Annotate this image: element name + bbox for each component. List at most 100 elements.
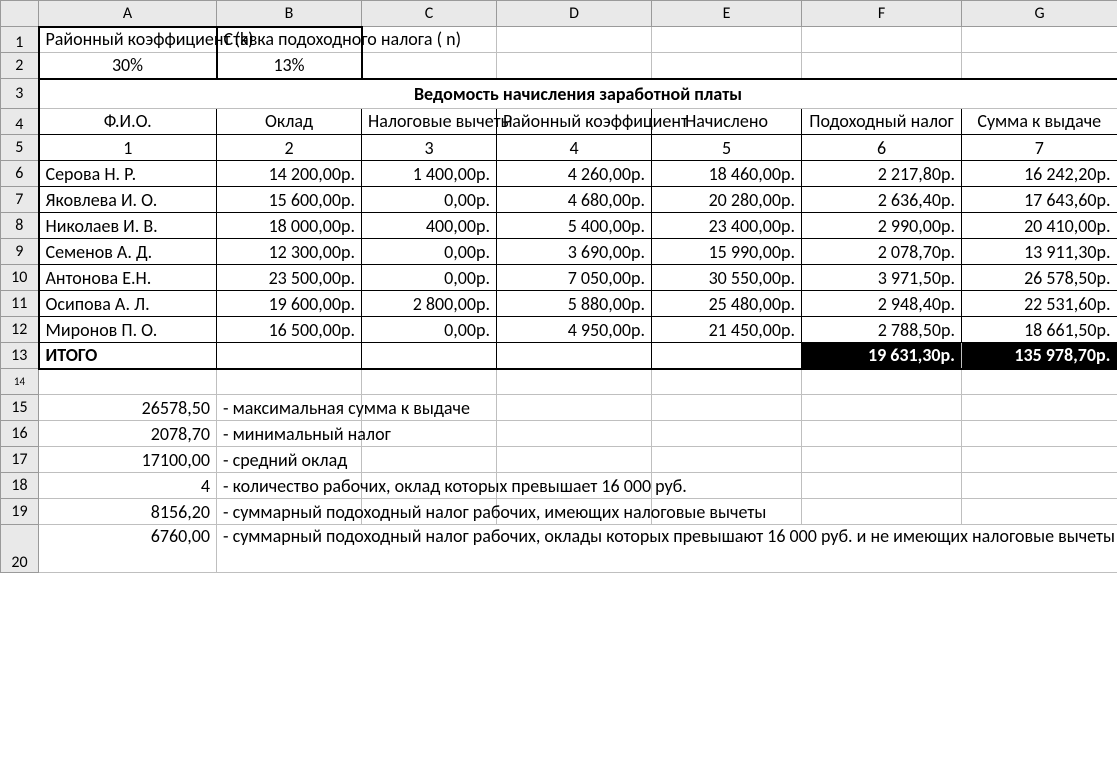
cell-D7[interactable]: 4 680,00р. [497, 187, 652, 213]
cell-G7[interactable]: 17 643,60р. [962, 187, 1117, 213]
cell-A4[interactable]: Ф.И.О. [39, 109, 217, 135]
cell-B18[interactable]: - количество рабочих, оклад которых прев… [217, 473, 362, 499]
cell-C5[interactable]: 3 [362, 135, 497, 161]
cell-D8[interactable]: 5 400,00р. [497, 213, 652, 239]
row-header-1[interactable]: 1 [1, 27, 39, 53]
cell-F1[interactable] [802, 27, 962, 53]
row-header-10[interactable]: 10 [1, 265, 39, 291]
row-header-15[interactable]: 15 [1, 395, 39, 421]
row-header-11[interactable]: 11 [1, 291, 39, 317]
cell-D13[interactable] [497, 343, 652, 369]
cell-B7[interactable]: 15 600,00р. [217, 187, 362, 213]
cell-G18[interactable] [962, 473, 1117, 499]
cell-A6[interactable]: Серова Н. Р. [39, 161, 217, 187]
cell-A11[interactable]: Осипова А. Л. [39, 291, 217, 317]
cell-B17[interactable]: - средний оклад [217, 447, 362, 473]
cell-B15[interactable]: - максимальная сумма к выдаче [217, 395, 362, 421]
row-header-17[interactable]: 17 [1, 447, 39, 473]
cell-D6[interactable]: 4 260,00р. [497, 161, 652, 187]
cell-E5[interactable]: 5 [652, 135, 802, 161]
cell-F12[interactable]: 2 788,50р. [802, 317, 962, 343]
cell-D1[interactable] [497, 27, 652, 53]
cell-D16[interactable] [497, 421, 652, 447]
cell-B20[interactable]: - суммарный подоходный налог рабочих, ок… [217, 525, 1117, 573]
cell-F14[interactable] [802, 369, 962, 395]
select-all-corner[interactable] [1, 1, 39, 27]
cell-E11[interactable]: 25 480,00р. [652, 291, 802, 317]
cell-F19[interactable] [802, 499, 962, 525]
cell-A8[interactable]: Николаев И. В. [39, 213, 217, 239]
cell-A5[interactable]: 1 [39, 135, 217, 161]
cell-G17[interactable] [962, 447, 1117, 473]
col-header-A[interactable]: A [39, 1, 217, 27]
cell-A13[interactable]: ИТОГО [39, 343, 217, 369]
row-header-5[interactable]: 5 [1, 135, 39, 161]
row-header-6[interactable]: 6 [1, 161, 39, 187]
row-header-18[interactable]: 18 [1, 473, 39, 499]
cell-D11[interactable]: 5 880,00р. [497, 291, 652, 317]
cell-D15[interactable] [497, 395, 652, 421]
cell-D9[interactable]: 3 690,00р. [497, 239, 652, 265]
cell-D5[interactable]: 4 [497, 135, 652, 161]
row-header-16[interactable]: 16 [1, 421, 39, 447]
cell-C17[interactable] [362, 447, 497, 473]
cell-E8[interactable]: 23 400,00р. [652, 213, 802, 239]
cell-A10[interactable]: Антонова Е.Н. [39, 265, 217, 291]
cell-C9[interactable]: 0,00р. [362, 239, 497, 265]
cell-G6[interactable]: 16 242,20р. [962, 161, 1117, 187]
cell-C14[interactable] [362, 369, 497, 395]
cell-A14[interactable] [39, 369, 217, 395]
cell-A19[interactable]: 8156,20 [39, 499, 217, 525]
cell-A15[interactable]: 26578,50 [39, 395, 217, 421]
cell-B16[interactable]: - минимальный налог [217, 421, 362, 447]
cell-F16[interactable] [802, 421, 962, 447]
cell-C8[interactable]: 400,00р. [362, 213, 497, 239]
cell-A12[interactable]: Миронов П. О. [39, 317, 217, 343]
cell-C2[interactable] [362, 53, 497, 79]
cell-A1[interactable]: Районный коэффициент (k) [39, 27, 217, 53]
col-header-F[interactable]: F [802, 1, 962, 27]
cell-G4[interactable]: Сумма к выдаче [962, 109, 1117, 135]
cell-G10[interactable]: 26 578,50р. [962, 265, 1117, 291]
cell-C10[interactable]: 0,00р. [362, 265, 497, 291]
cell-C13[interactable] [362, 343, 497, 369]
cell-E9[interactable]: 15 990,00р. [652, 239, 802, 265]
cell-A9[interactable]: Семенов А. Д. [39, 239, 217, 265]
cell-F10[interactable]: 3 971,50р. [802, 265, 962, 291]
cell-F15[interactable] [802, 395, 962, 421]
row-header-19[interactable]: 19 [1, 499, 39, 525]
cell-D12[interactable]: 4 950,00р. [497, 317, 652, 343]
cell-E15[interactable] [652, 395, 802, 421]
cell-G2[interactable] [962, 53, 1117, 79]
cell-E13[interactable] [652, 343, 802, 369]
cell-E12[interactable]: 21 450,00р. [652, 317, 802, 343]
cell-D10[interactable]: 7 050,00р. [497, 265, 652, 291]
cell-E1[interactable] [652, 27, 802, 53]
row-header-4[interactable]: 4 [1, 109, 39, 135]
cell-E16[interactable] [652, 421, 802, 447]
cell-G9[interactable]: 13 911,30р. [962, 239, 1117, 265]
row-header-12[interactable]: 12 [1, 317, 39, 343]
cell-F5[interactable]: 6 [802, 135, 962, 161]
col-header-G[interactable]: G [962, 1, 1117, 27]
cell-F7[interactable]: 2 636,40р. [802, 187, 962, 213]
cell-B1[interactable]: Ставка подоходного налога ( n) [217, 27, 362, 53]
cell-F2[interactable] [802, 53, 962, 79]
cell-A20[interactable]: 6760,00 [39, 525, 217, 573]
cell-G19[interactable] [962, 499, 1117, 525]
cell-D4[interactable]: Районный коэффициент [497, 109, 652, 135]
cell-B19[interactable]: - суммарный подоходный налог рабочих, им… [217, 499, 362, 525]
cell-C4[interactable]: Налоговые вычеты [362, 109, 497, 135]
cell-G13[interactable]: 135 978,70р. [962, 343, 1117, 369]
cell-D17[interactable] [497, 447, 652, 473]
cell-B11[interactable]: 19 600,00р. [217, 291, 362, 317]
cell-B4[interactable]: Оклад [217, 109, 362, 135]
cell-G1[interactable] [962, 27, 1117, 53]
row-header-20[interactable]: 20 [1, 525, 39, 573]
cell-G8[interactable]: 20 410,00р. [962, 213, 1117, 239]
spreadsheet[interactable]: A B C D E F G 1 Районный коэффициент (k)… [0, 0, 1117, 573]
row-header-7[interactable]: 7 [1, 187, 39, 213]
cell-A2[interactable]: 30% [39, 53, 217, 79]
cell-B5[interactable]: 2 [217, 135, 362, 161]
cell-D14[interactable] [497, 369, 652, 395]
